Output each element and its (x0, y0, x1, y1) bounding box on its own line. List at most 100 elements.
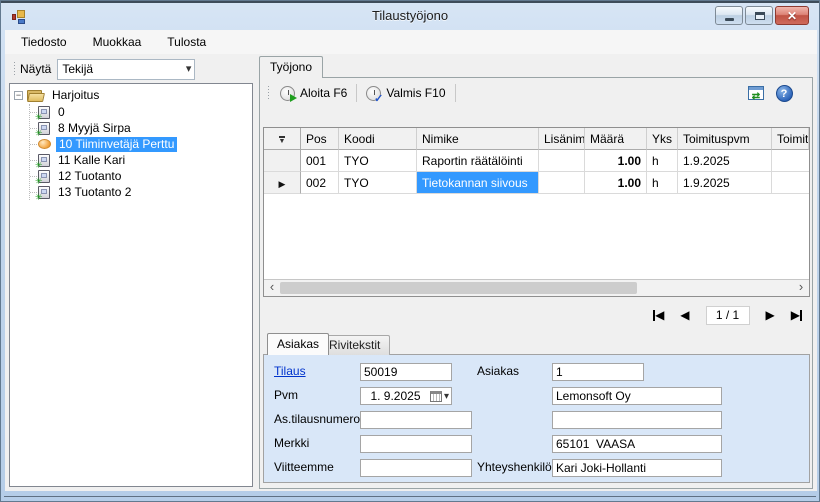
cell-toimituspvm[interactable]: 1.9.2025 (678, 150, 772, 172)
menu-bar: Tiedosto Muokkaa Tulosta (5, 30, 817, 54)
column-header-pos[interactable]: Pos (301, 128, 339, 150)
cell-yks[interactable]: h (647, 172, 678, 194)
toolbar-separator (455, 84, 456, 102)
previous-page-button[interactable]: ◀ (680, 308, 689, 322)
check-icon: ✓ (374, 92, 383, 105)
maximize-button[interactable] (745, 6, 773, 25)
app-icon-part (12, 14, 16, 20)
asiakas-label: Asiakas (477, 363, 519, 381)
cell-lisanimike[interactable] (539, 172, 585, 194)
pvm-value: 1. 9.2025 (361, 389, 430, 403)
last-page-bar (800, 310, 802, 321)
filter-combobox[interactable]: Tekijä ▾ (57, 59, 195, 80)
tree-item-10-tiiminvetaja-perttu[interactable]: 10 Tiiminvetäjä Perttu (30, 136, 252, 152)
cell-koodi[interactable]: TYO (339, 172, 417, 194)
chevron-down-icon: ▾ (186, 62, 192, 75)
tree-item-0[interactable]: ✳ 0 (30, 104, 252, 120)
cell-yks[interactable]: h (647, 150, 678, 172)
workqueue-toolbar: Aloita F6 ✓ Valmis F10 (263, 81, 743, 105)
tree-item-11-kalle-kari[interactable]: ✳ 11 Kalle Kari (30, 152, 252, 168)
cell-maara[interactable]: 1.00 (585, 172, 647, 194)
cell-pos[interactable]: 001 (301, 150, 339, 172)
tab-tyojono[interactable]: Työjono (259, 56, 323, 78)
horizontal-scrollbar[interactable]: ‹ › (264, 279, 809, 296)
help-button[interactable]: ? (773, 82, 795, 104)
cell-pos[interactable]: 002 (301, 172, 339, 194)
table-row-1[interactable]: 001 TYO Raportin räätälöinti 1.00 h 1.9.… (264, 150, 809, 172)
first-page-button[interactable]: ◀ (653, 308, 664, 322)
app-icon-part (17, 10, 25, 18)
window-frame-line (4, 496, 816, 497)
yhteyshenkilo-field[interactable] (552, 459, 722, 477)
tree-root[interactable]: − Harjoitus (14, 87, 252, 104)
tab-rivitekstit[interactable]: Rivitekstit (319, 335, 390, 355)
cell-toimituspvm[interactable]: 1.9.2025 (678, 172, 772, 194)
app-icon (11, 9, 27, 25)
next-page-button[interactable]: ▶ (766, 308, 775, 322)
asiakas-number-field[interactable] (552, 363, 644, 381)
mini-toolbar: ⇄ ? (745, 82, 795, 104)
pvm-datepicker[interactable]: 1. 9.2025 ▾ (360, 387, 452, 405)
column-header-toimitust[interactable]: Toimitust (772, 128, 809, 150)
cell-nimike-selected[interactable]: Tietokannan siivous (417, 172, 539, 194)
postal-city-field[interactable] (552, 435, 722, 453)
merkki-field[interactable] (360, 435, 472, 453)
collapse-icon[interactable]: − (14, 91, 23, 100)
scroll-left-arrow[interactable]: ‹ (264, 280, 280, 296)
table-row-2[interactable]: ▶ 002 TYO Tietokannan siivous 1.00 h 1.9… (264, 172, 809, 194)
tilaus-link[interactable]: Tilaus (274, 363, 306, 381)
start-clock-icon (280, 86, 295, 101)
first-page-icon: ◀ (655, 308, 664, 322)
title-bar[interactable]: Tilaustyöjono ✕ (3, 3, 817, 30)
app-window: Tilaustyöjono ✕ Tiedosto Muokkaa Tulosta… (0, 0, 820, 502)
aloita-button[interactable]: Aloita F6 (274, 84, 353, 103)
asiakas-name-field[interactable] (552, 387, 722, 405)
address-extra-field[interactable] (552, 411, 722, 429)
column-header-toimituspvm[interactable]: Toimituspvm (678, 128, 772, 150)
filter-label: Näytä (20, 62, 51, 76)
calendar-icon (430, 391, 442, 402)
menu-tiedosto[interactable]: Tiedosto (8, 30, 80, 54)
grid-filter-cell[interactable]: ▼ (264, 128, 301, 150)
cell-koodi[interactable]: TYO (339, 150, 417, 172)
menu-tulosta[interactable]: Tulosta (154, 30, 219, 54)
cell-nimike[interactable]: Raportin räätälöinti (417, 150, 539, 172)
as-tilausnumero-field[interactable] (360, 411, 472, 429)
column-header-nimike[interactable]: Nimike (417, 128, 539, 150)
refresh-button[interactable]: ⇄ (745, 82, 767, 104)
menu-muokkaa[interactable]: Muokkaa (80, 30, 155, 54)
client-area: Tiedosto Muokkaa Tulosta Näytä Tekijä ▾ … (5, 30, 817, 491)
toolbar-grip (267, 85, 270, 101)
scroll-right-arrow[interactable]: › (793, 280, 809, 296)
tab-asiakas[interactable]: Asiakas (267, 333, 329, 355)
column-header-yks[interactable]: Yks (647, 128, 678, 150)
cell-maara[interactable]: 1.00 (585, 150, 647, 172)
valmis-button[interactable]: ✓ Valmis F10 (360, 84, 451, 103)
column-header-koodi[interactable]: Koodi (339, 128, 417, 150)
current-row-indicator[interactable]: ▶ (264, 172, 301, 194)
scrollbar-thumb[interactable] (280, 282, 637, 294)
column-header-maara[interactable]: Määrä (585, 128, 647, 150)
row-header-cell[interactable] (264, 150, 301, 172)
window-controls: ✕ (715, 6, 809, 25)
cell-lisanimike[interactable] (539, 150, 585, 172)
toolbar-separator (356, 84, 357, 102)
minimize-button[interactable] (715, 6, 743, 25)
viitteemme-field[interactable] (360, 459, 472, 477)
worker-icon: ✳ (38, 170, 50, 183)
folder-icon (27, 90, 44, 102)
tilaus-field[interactable] (360, 363, 452, 381)
cell-toimitust[interactable] (772, 172, 809, 194)
cell-toimitust[interactable] (772, 150, 809, 172)
close-button[interactable]: ✕ (775, 6, 809, 25)
worker-tree[interactable]: − Harjoitus ✳ 0 ✳ 8 Myyjä Sirpa 10 Tiimi… (9, 83, 253, 487)
workqueue-grid[interactable]: ▼ Pos Koodi Nimike Lisänimik Määrä Yks T… (263, 127, 810, 297)
play-icon (290, 94, 297, 102)
active-worker-icon (38, 139, 51, 149)
last-page-button[interactable]: ▶ (791, 308, 802, 322)
tree-item-12-tuotanto[interactable]: ✳ 12 Tuotanto (30, 168, 252, 184)
row-indicator-icon: ▶ (279, 179, 286, 189)
tree-item-8-myyja-sirpa[interactable]: ✳ 8 Myyjä Sirpa (30, 120, 252, 136)
column-header-lisanimike[interactable]: Lisänimik (539, 128, 585, 150)
tree-item-13-tuotanto-2[interactable]: ✳ 13 Tuotanto 2 (30, 184, 252, 200)
